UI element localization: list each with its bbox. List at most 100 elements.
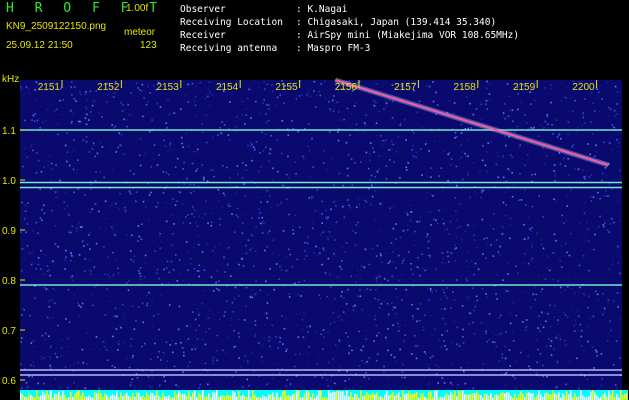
- noise-speck: [449, 311, 452, 313]
- activity-bar-spike: [464, 394, 466, 400]
- noise-speck: [250, 117, 252, 119]
- noise-speck: [268, 152, 271, 155]
- noise-speck: [301, 318, 304, 321]
- noise-speck: [370, 174, 373, 177]
- noise-speck: [313, 80, 316, 83]
- activity-bar-spike: [162, 392, 164, 400]
- activity-bar-spike: [620, 390, 622, 400]
- activity-bar-spike: [440, 396, 442, 400]
- noise-speck: [415, 151, 418, 154]
- noise-speck: [282, 230, 285, 232]
- noise-speck: [546, 375, 548, 378]
- noise-speck: [51, 168, 54, 170]
- noise-speck: [89, 91, 92, 94]
- activity-bar-spike: [504, 393, 506, 400]
- noise-speck: [20, 269, 23, 272]
- noise-speck: [546, 115, 549, 118]
- noise-speck: [65, 318, 67, 320]
- noise-speck: [49, 345, 52, 348]
- noise-speck: [239, 365, 242, 368]
- activity-bar-spike: [64, 394, 66, 400]
- activity-bar-spike: [428, 391, 430, 400]
- noise-speck: [272, 167, 274, 170]
- noise-speck: [156, 164, 159, 166]
- noise-speck: [178, 191, 180, 193]
- activity-bar-spike: [124, 394, 126, 400]
- noise-speck: [560, 137, 562, 140]
- noise-speck: [613, 126, 615, 129]
- noise-speck: [195, 143, 197, 145]
- noise-speck: [88, 151, 91, 153]
- noise-speck: [289, 384, 292, 387]
- noise-speck: [30, 144, 33, 146]
- noise-speck: [539, 124, 542, 126]
- noise-speck: [246, 378, 249, 381]
- noise-speck: [565, 219, 568, 222]
- noise-speck: [482, 362, 485, 365]
- noise-speck: [39, 217, 42, 219]
- noise-speck: [388, 377, 390, 379]
- noise-speck: [403, 118, 406, 121]
- noise-speck: [345, 332, 347, 334]
- noise-speck: [603, 311, 605, 313]
- noise-speck: [466, 266, 469, 268]
- noise-speck: [593, 367, 595, 369]
- noise-speck: [160, 294, 162, 297]
- noise-speck: [20, 231, 22, 234]
- noise-speck: [372, 147, 374, 149]
- noise-speck: [249, 250, 252, 252]
- noise-speck: [338, 315, 340, 318]
- activity-bar-spike: [362, 396, 364, 400]
- noise-speck: [419, 319, 421, 322]
- noise-speck: [32, 361, 34, 363]
- noise-speck: [341, 260, 343, 262]
- noise-speck: [67, 345, 70, 348]
- noise-speck: [166, 127, 168, 129]
- noise-speck: [78, 254, 81, 256]
- noise-speck: [139, 164, 142, 167]
- noise-speck: [223, 315, 226, 317]
- activity-bar-spike: [566, 391, 568, 400]
- noise-speck: [577, 291, 580, 294]
- noise-speck: [20, 341, 22, 343]
- noise-speck: [485, 103, 487, 106]
- noise-speck: [105, 349, 108, 351]
- activity-bar-spike: [166, 396, 168, 400]
- noise-speck: [189, 222, 192, 225]
- noise-speck: [387, 349, 389, 352]
- noise-speck: [556, 385, 559, 388]
- noise-speck: [93, 285, 96, 288]
- noise-speck: [336, 101, 339, 104]
- noise-speck: [193, 246, 195, 249]
- noise-speck: [109, 204, 111, 207]
- noise-speck: [320, 333, 323, 336]
- activity-bar-spike: [580, 390, 582, 400]
- noise-speck: [40, 249, 42, 252]
- noise-speck: [151, 376, 154, 379]
- noise-speck: [65, 256, 67, 258]
- activity-bar-spike: [264, 396, 266, 400]
- noise-speck: [369, 178, 372, 181]
- noise-speck: [395, 151, 398, 153]
- x-tick-label: 2152: [97, 82, 120, 93]
- noise-speck: [43, 272, 46, 275]
- noise-speck: [542, 216, 545, 218]
- noise-speck: [65, 249, 67, 252]
- noise-speck: [54, 289, 57, 292]
- noise-speck: [504, 214, 507, 217]
- noise-speck: [219, 317, 221, 320]
- noise-speck: [137, 305, 140, 308]
- activity-bar-spike: [268, 394, 270, 400]
- noise-speck: [545, 345, 548, 348]
- noise-speck: [576, 310, 579, 312]
- noise-speck: [263, 337, 266, 340]
- activity-bar-spike: [194, 390, 196, 400]
- noise-speck: [221, 206, 224, 209]
- noise-speck: [347, 174, 349, 177]
- noise-speck: [129, 250, 132, 252]
- activity-bar-spike: [94, 391, 96, 400]
- noise-speck: [582, 114, 585, 117]
- noise-speck: [198, 275, 201, 278]
- noise-speck: [185, 340, 187, 342]
- noise-speck: [226, 300, 229, 303]
